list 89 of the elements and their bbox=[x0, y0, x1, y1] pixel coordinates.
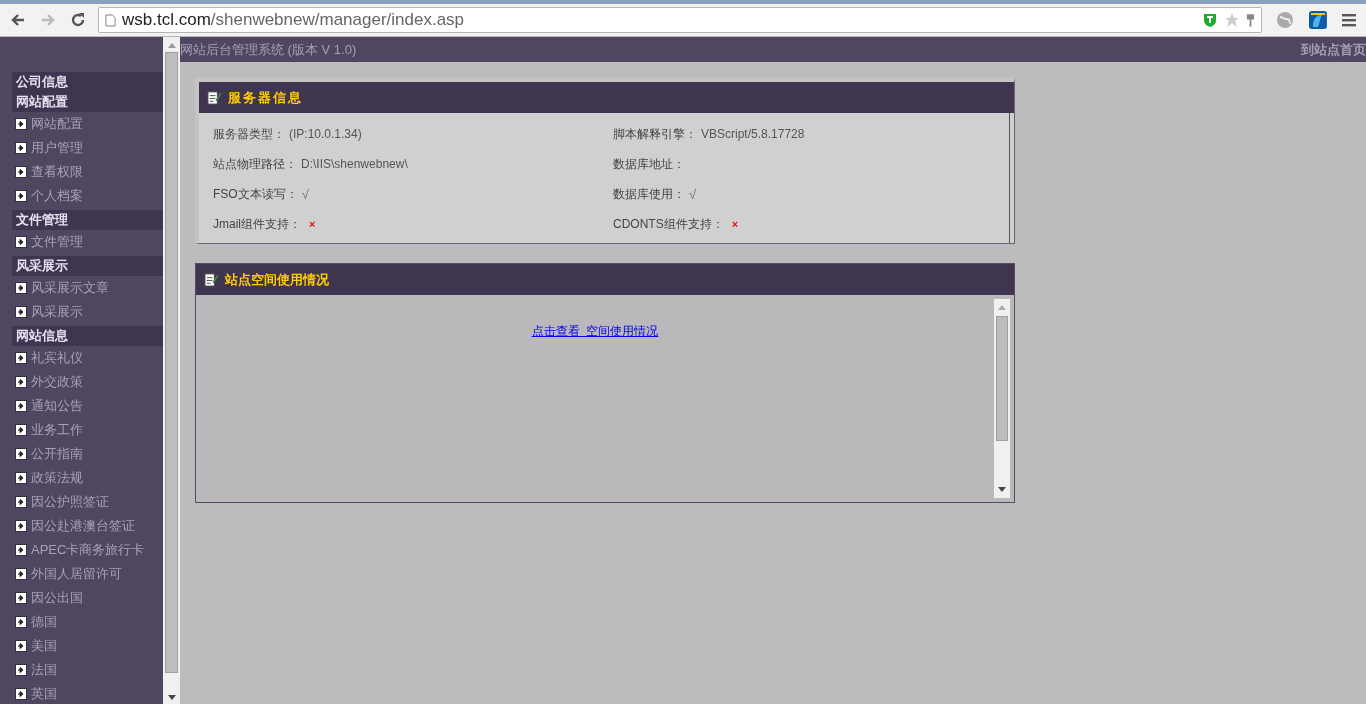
sidebar-link[interactable]: 风采展示文章 bbox=[31, 279, 109, 297]
info-value: (IP:10.0.1.34) bbox=[289, 127, 362, 141]
scroll-down-icon[interactable] bbox=[998, 487, 1006, 492]
sidebar-link[interactable]: 礼宾礼仪 bbox=[31, 349, 83, 367]
sidebar-link[interactable]: 网站配置 bbox=[31, 115, 83, 133]
star-icon[interactable] bbox=[1224, 12, 1241, 28]
sidebar-link[interactable]: 因公赴港澳台签证 bbox=[31, 517, 135, 535]
arrow-box-icon bbox=[15, 142, 27, 154]
edit-note-icon bbox=[207, 90, 222, 105]
sidebar-link[interactable]: 公开指南 bbox=[31, 445, 83, 463]
panel-title: 服务器信息 bbox=[228, 88, 303, 107]
arrow-box-icon bbox=[15, 424, 27, 436]
sidebar-link[interactable]: 通知公告 bbox=[31, 397, 83, 415]
back-icon[interactable] bbox=[10, 12, 26, 28]
sidebar-section-header[interactable]: 文件管理 bbox=[12, 210, 163, 230]
arrow-box-icon bbox=[15, 166, 27, 178]
sidebar-section-header[interactable]: 公司信息 bbox=[12, 72, 163, 92]
scrollbar[interactable] bbox=[163, 37, 180, 704]
sidebar-link[interactable]: 法国 bbox=[31, 661, 57, 679]
info-value: √ bbox=[689, 186, 697, 202]
info-label: CDONTS组件支持： bbox=[613, 215, 724, 233]
arrow-box-icon bbox=[15, 306, 27, 318]
sidebar-link[interactable]: 风采展示 bbox=[31, 303, 83, 321]
arrow-box-icon bbox=[15, 400, 27, 412]
home-link[interactable]: 到站点首页 bbox=[1301, 40, 1366, 59]
arrow-box-icon bbox=[15, 236, 27, 248]
arrow-box-icon bbox=[15, 616, 27, 628]
page-icon bbox=[105, 13, 116, 27]
key-icon[interactable] bbox=[1246, 12, 1256, 28]
arrow-box-icon bbox=[15, 688, 27, 700]
reload-icon[interactable] bbox=[70, 12, 86, 28]
sidebar-link[interactable]: 美国 bbox=[31, 637, 57, 655]
arrow-box-icon bbox=[15, 664, 27, 676]
scroll-down-icon[interactable] bbox=[167, 695, 176, 700]
sidebar-link[interactable]: 业务工作 bbox=[31, 421, 83, 439]
sidebar-link[interactable]: APEC卡商务旅行卡 bbox=[31, 541, 145, 559]
arrow-box-icon bbox=[15, 376, 27, 388]
info-label: 数据库地址： bbox=[613, 155, 685, 173]
address-bar[interactable]: wsb.tcl.com/shenwebnew/manager/index.asp bbox=[98, 7, 1263, 33]
sidebar-link[interactable]: 用户管理 bbox=[31, 139, 83, 157]
globe-icon[interactable] bbox=[1276, 11, 1295, 29]
scroll-up-icon[interactable] bbox=[167, 43, 176, 48]
arrow-box-icon bbox=[15, 568, 27, 580]
info-label: FSO文本读写： bbox=[213, 185, 298, 203]
arrow-box-icon bbox=[15, 118, 27, 130]
arrow-box-icon bbox=[15, 352, 27, 364]
sidebar-link[interactable]: 文件管理 bbox=[31, 233, 83, 251]
bird-icon[interactable] bbox=[1308, 10, 1329, 30]
info-value: D:\IIS\shenwebnew\ bbox=[301, 157, 408, 171]
info-value: VBScript/5.8.17728 bbox=[701, 127, 805, 141]
info-label: 数据库使用： bbox=[613, 185, 685, 203]
menu-icon[interactable] bbox=[1342, 13, 1356, 27]
arrow-box-icon bbox=[15, 190, 27, 202]
arrow-box-icon bbox=[15, 520, 27, 532]
scroll-up-icon[interactable] bbox=[998, 305, 1006, 310]
arrow-box-icon bbox=[15, 472, 27, 484]
scrollbar-thumb[interactable] bbox=[165, 52, 178, 673]
edit-note-icon bbox=[204, 272, 219, 287]
sidebar-link[interactable]: 查看权限 bbox=[31, 163, 83, 181]
scrollbar-thumb[interactable] bbox=[996, 316, 1008, 441]
sidebar-link[interactable]: 个人档案 bbox=[31, 187, 83, 205]
sidebar-link[interactable]: 英国 bbox=[31, 685, 57, 703]
shield-icon[interactable] bbox=[1202, 12, 1219, 28]
sidebar-link[interactable]: 因公护照签证 bbox=[31, 493, 109, 511]
info-value: √ bbox=[301, 186, 309, 202]
sidebar-section-header[interactable]: 网站信息 bbox=[12, 326, 163, 346]
sidebar-section-header[interactable]: 网站配置 bbox=[12, 92, 163, 112]
info-value: × bbox=[731, 218, 739, 230]
arrow-box-icon bbox=[15, 448, 27, 460]
sidebar-link[interactable]: 因公出国 bbox=[31, 589, 83, 607]
arrow-box-icon bbox=[15, 640, 27, 652]
info-value: × bbox=[309, 218, 316, 230]
sidebar-link[interactable]: 政策法规 bbox=[31, 469, 83, 487]
arrow-box-icon bbox=[15, 496, 27, 508]
sidebar-link[interactable]: 外国人居留许可 bbox=[31, 565, 122, 583]
system-title: 网站后台管理系统 (版本 V 1.0) bbox=[180, 40, 357, 59]
space-usage-link[interactable]: 点击查看 空间使用情况 bbox=[531, 324, 659, 338]
info-label: 服务器类型： bbox=[213, 125, 285, 143]
sidebar-link[interactable]: 外交政策 bbox=[31, 373, 83, 391]
arrow-box-icon bbox=[15, 592, 27, 604]
info-label: 站点物理路径： bbox=[213, 155, 297, 173]
panel-title: 站点空间使用情况 bbox=[225, 270, 329, 289]
sidebar-section-header[interactable]: 风采展示 bbox=[12, 256, 163, 276]
sidebar-link[interactable]: 德国 bbox=[31, 613, 57, 631]
info-label: Jmail组件支持： bbox=[213, 215, 301, 233]
arrow-box-icon bbox=[15, 282, 27, 294]
scrollbar[interactable] bbox=[994, 299, 1010, 498]
arrow-box-icon bbox=[15, 544, 27, 556]
info-label: 脚本解释引擎： bbox=[613, 125, 697, 143]
